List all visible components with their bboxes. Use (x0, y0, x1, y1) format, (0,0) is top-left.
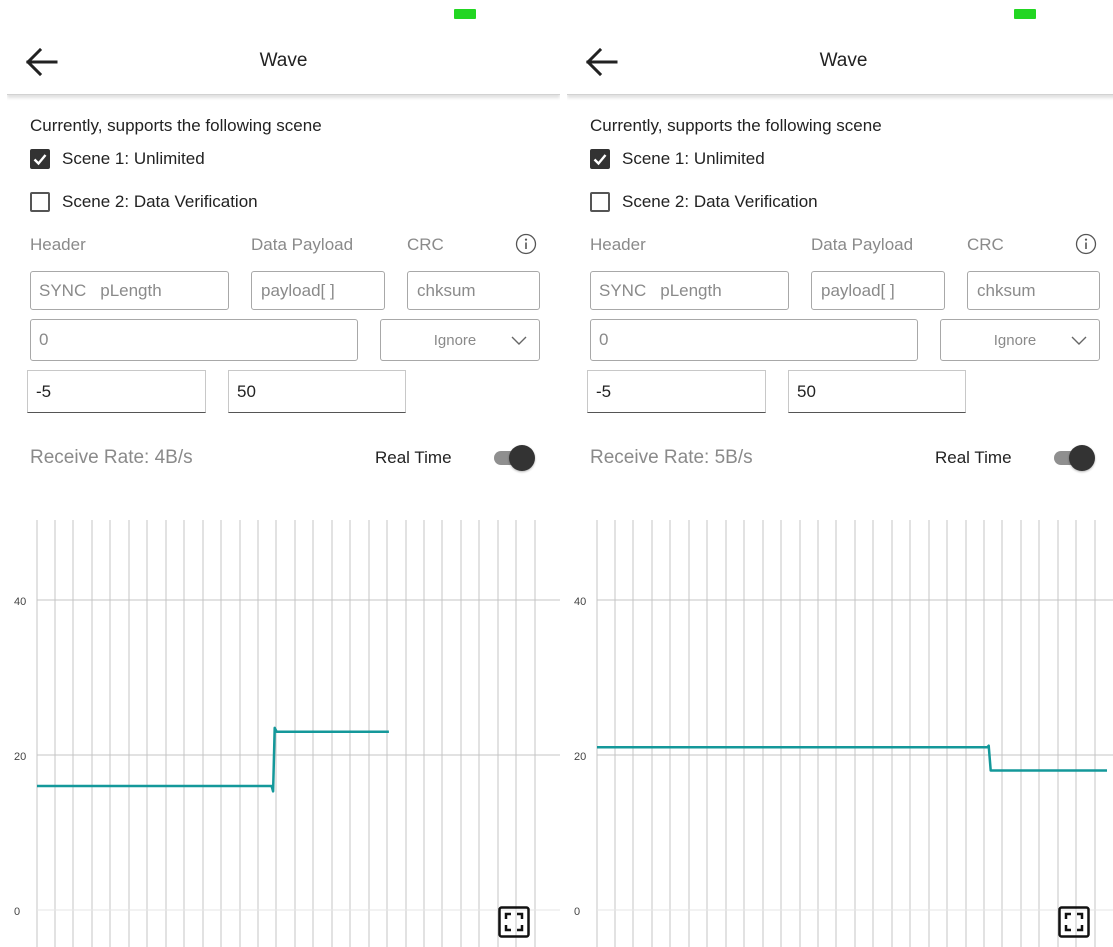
scene-2-option[interactable]: Scene 2: Data Verification (30, 189, 258, 215)
screen-right: Wave Currently, supports the following s… (567, 0, 1113, 947)
info-icon[interactable] (1075, 233, 1097, 255)
plength-placeholder: pLength (100, 280, 162, 300)
range-min-input[interactable]: -5 (587, 370, 766, 413)
checksum-select[interactable]: Ignore (940, 319, 1100, 361)
scene-1-checkbox[interactable] (590, 149, 610, 169)
crc-label: CRC (967, 235, 1004, 254)
header-field[interactable]: SYNC pLength (590, 271, 789, 310)
series-line (37, 726, 389, 793)
range-max-input[interactable]: 50 (788, 370, 966, 413)
chevron-down-icon (511, 336, 527, 345)
value-field[interactable]: 0 (590, 319, 918, 361)
checksum-select[interactable]: Ignore (380, 319, 540, 361)
checkmark-icon (33, 154, 47, 166)
page-title: Wave (819, 50, 868, 71)
header-label: Header (30, 235, 86, 254)
screen-left: Wave Currently, supports the following s… (7, 0, 560, 947)
crc-label: CRC (407, 235, 444, 254)
header-label: Header (590, 235, 646, 254)
app-bar: Wave (567, 30, 1113, 95)
plength-placeholder: pLength (660, 280, 722, 300)
app-bar: Wave (7, 30, 560, 95)
sync-placeholder: SYNC (599, 280, 647, 300)
checksum-select-value: Ignore (993, 331, 1037, 349)
receive-rate: Receive Rate: 5B/s (590, 447, 753, 468)
crc-placeholder: chksum (417, 280, 476, 300)
real-time-label: Real Time (375, 448, 452, 467)
scene-intro-text: Currently, supports the following scene (30, 116, 322, 135)
y-tick-label: 40 (574, 596, 586, 608)
sync-placeholder: SYNC (39, 280, 87, 300)
info-icon[interactable] (515, 233, 537, 255)
series-line (597, 744, 1107, 772)
data-payload-label: Data Payload (251, 235, 354, 254)
fullscreen-icon[interactable] (1058, 906, 1090, 938)
toggle-thumb (509, 445, 535, 471)
value-placeholder: 0 (599, 330, 609, 349)
scene-1-label: Scene 1: Unlimited (622, 149, 765, 168)
wave-chart[interactable]: 40 20 0 (567, 520, 1113, 947)
checksum-select-value: Ignore (433, 331, 477, 349)
scene-2-checkbox[interactable] (590, 192, 610, 212)
status-bar (7, 0, 560, 30)
real-time-toggle[interactable] (492, 443, 538, 473)
scene-1-checkbox[interactable] (30, 149, 50, 169)
payload-field[interactable]: payload[ ] (251, 271, 385, 310)
scene-intro-text: Currently, supports the following scene (590, 116, 882, 135)
real-time-label: Real Time (935, 448, 1012, 467)
y-tick-label: 0 (574, 906, 580, 918)
scene-2-label: Scene 2: Data Verification (622, 192, 818, 211)
status-bar (567, 0, 1113, 30)
data-payload-label: Data Payload (811, 235, 914, 254)
wave-chart[interactable]: 40 20 0 (7, 520, 560, 947)
crc-field[interactable]: chksum (407, 271, 540, 310)
chevron-down-icon (1071, 336, 1087, 345)
scene-1-option[interactable]: Scene 1: Unlimited (590, 146, 765, 172)
page-title: Wave (259, 50, 308, 71)
fullscreen-icon[interactable] (498, 906, 530, 938)
battery-icon (454, 9, 476, 19)
value-field[interactable]: 0 (30, 319, 358, 361)
payload-placeholder: payload[ ] (261, 280, 335, 300)
y-tick-label: 40 (14, 596, 26, 608)
scene-1-label: Scene 1: Unlimited (62, 149, 205, 168)
range-max-input[interactable]: 50 (228, 370, 406, 413)
real-time-toggle[interactable] (1052, 443, 1098, 473)
value-placeholder: 0 (39, 330, 49, 349)
range-min-input[interactable]: -5 (27, 370, 206, 413)
checkmark-icon (593, 154, 607, 166)
crc-field[interactable]: chksum (967, 271, 1100, 310)
y-tick-label: 20 (574, 751, 586, 763)
y-tick-label: 0 (14, 906, 20, 918)
y-tick-label: 20 (14, 751, 26, 763)
scene-1-option[interactable]: Scene 1: Unlimited (30, 146, 205, 172)
payload-field[interactable]: payload[ ] (811, 271, 945, 310)
scene-2-label: Scene 2: Data Verification (62, 192, 258, 211)
scene-2-checkbox[interactable] (30, 192, 50, 212)
battery-icon (1014, 9, 1036, 19)
crc-placeholder: chksum (977, 280, 1036, 300)
receive-rate: Receive Rate: 4B/s (30, 447, 193, 468)
payload-placeholder: payload[ ] (821, 280, 895, 300)
scene-2-option[interactable]: Scene 2: Data Verification (590, 189, 818, 215)
header-field[interactable]: SYNC pLength (30, 271, 229, 310)
toggle-thumb (1069, 445, 1095, 471)
